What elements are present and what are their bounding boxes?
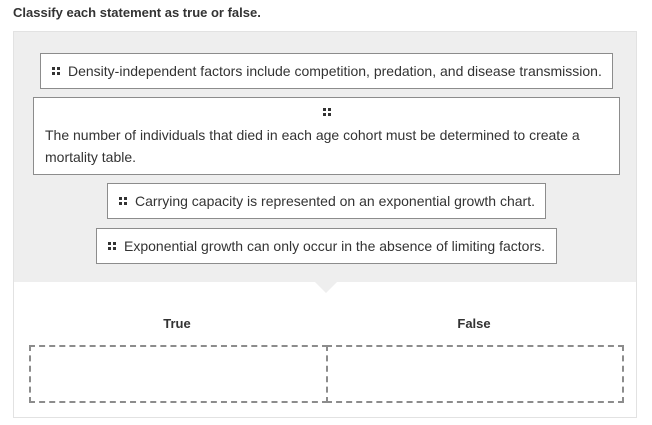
drag-handle-icon[interactable]: [108, 242, 116, 250]
true-drop-zone[interactable]: [29, 345, 328, 403]
statement-text: Density-independent factors include comp…: [68, 63, 602, 79]
statement-card-mortality[interactable]: The number of individuals that died in e…: [33, 97, 620, 175]
false-column-label: False: [457, 316, 491, 331]
drag-handle-icon[interactable]: [119, 197, 127, 205]
instruction-text: Classify each statement as true or false…: [13, 5, 261, 20]
true-column-label: True: [163, 316, 191, 331]
statement-card-carrying-capacity[interactable]: Carrying capacity is represented on an e…: [107, 183, 546, 219]
statement-text: Carrying capacity is represented on an e…: [135, 193, 535, 209]
statement-bank: Density-independent factors include comp…: [14, 32, 636, 282]
statement-text: The number of individuals that died in e…: [45, 127, 580, 165]
bank-pointer-icon: [315, 282, 337, 293]
false-drop-zone[interactable]: [326, 345, 624, 403]
drag-handle-icon[interactable]: [322, 108, 331, 116]
statement-text: Exponential growth can only occur in the…: [124, 238, 546, 254]
statement-card-density[interactable]: Density-independent factors include comp…: [40, 53, 613, 89]
drag-handle-icon[interactable]: [52, 67, 60, 75]
statement-card-exponential-growth[interactable]: Exponential growth can only occur in the…: [96, 228, 557, 264]
classification-panel: Density-independent factors include comp…: [13, 31, 637, 418]
